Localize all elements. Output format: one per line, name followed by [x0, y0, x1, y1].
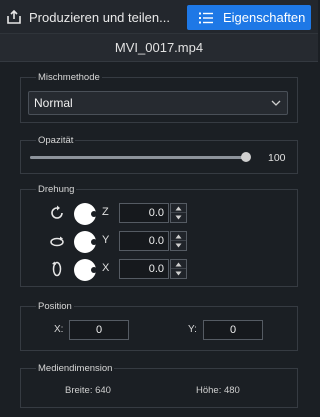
- rotation-z-input[interactable]: 0.0: [119, 203, 169, 223]
- top-toolbar: Produzieren und teilen... Eigenschaften: [0, 0, 318, 34]
- position-heading: Position: [36, 301, 74, 312]
- properties-label: Eigenschaften: [223, 10, 306, 25]
- spin-down-icon[interactable]: [171, 241, 186, 250]
- position-x-input[interactable]: 0: [69, 320, 129, 340]
- blend-mode-select[interactable]: Normal: [28, 91, 288, 115]
- axis-label-y: Y: [102, 234, 110, 246]
- rotation-x-input[interactable]: 0.0: [119, 259, 169, 279]
- axis-label-z: Z: [102, 206, 109, 218]
- spin-down-icon[interactable]: [171, 213, 186, 222]
- spin-up-icon[interactable]: [171, 204, 186, 213]
- rotation-dial-y[interactable]: [74, 231, 97, 253]
- rotation-y-input[interactable]: 0.0: [119, 231, 169, 251]
- file-name-title: MVI_0017.mp4: [0, 34, 318, 62]
- chevron-down-icon: [271, 100, 281, 106]
- rotate-y-icon: [50, 236, 64, 247]
- position-x-label: X:: [54, 324, 64, 335]
- opacity-slider-thumb[interactable]: [241, 152, 251, 162]
- rotate-x-icon: [52, 261, 62, 277]
- blend-mode-value: Normal: [34, 96, 73, 110]
- rotation-dial-z[interactable]: [74, 203, 97, 225]
- spin-down-icon[interactable]: [171, 269, 186, 278]
- opacity-slider-fill: [30, 156, 246, 159]
- opacity-heading: Opazität: [36, 135, 76, 146]
- list-icon: [199, 12, 213, 23]
- rotate-z-icon: [51, 205, 63, 219]
- media-height: Höhe: 480: [196, 385, 240, 396]
- rotation-heading: Drehung: [36, 184, 77, 195]
- produce-share-label: Produzieren und teilen...: [29, 9, 170, 25]
- produce-share-button[interactable]: Produzieren und teilen...: [0, 0, 182, 34]
- blend-mode-heading: Mischmethode: [36, 72, 102, 83]
- rotation-z-spinner[interactable]: [170, 203, 187, 223]
- spin-up-icon[interactable]: [171, 260, 186, 269]
- media-dimension-group: [20, 368, 298, 408]
- rotation-y-spinner[interactable]: [170, 231, 187, 251]
- media-dimension-heading: Mediendimension: [36, 363, 115, 374]
- share-upload-icon: [7, 9, 21, 24]
- opacity-slider-track[interactable]: [30, 156, 246, 159]
- position-y-input[interactable]: 0: [203, 320, 263, 340]
- media-width: Breite: 640: [65, 385, 111, 396]
- rotation-dial-x[interactable]: [74, 259, 97, 281]
- axis-label-x: X: [102, 262, 110, 274]
- properties-button[interactable]: Eigenschaften: [187, 5, 311, 30]
- opacity-value: 100: [268, 152, 286, 164]
- position-y-label: Y:: [188, 324, 197, 335]
- rotation-x-spinner[interactable]: [170, 259, 187, 279]
- spin-up-icon[interactable]: [171, 232, 186, 241]
